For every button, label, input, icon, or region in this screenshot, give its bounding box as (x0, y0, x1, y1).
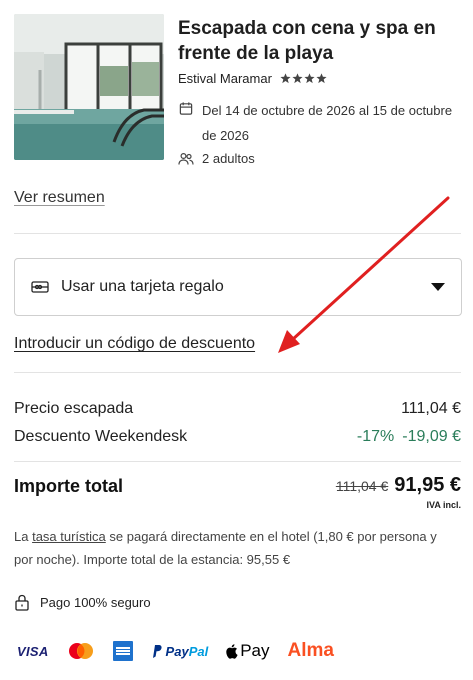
payment-methods: VISA Pay Pal Pay Alma (17, 640, 352, 662)
secure-payment-text: Pago 100% seguro (40, 595, 151, 610)
star-icon (292, 73, 303, 84)
stay-dates-text: Del 14 de octubre de 2026 al 15 de octub… (202, 103, 453, 143)
gift-card-label: Usar una tarjeta regalo (61, 278, 224, 295)
star-icon (316, 73, 327, 84)
hotel-photo (14, 14, 164, 160)
hotel-name: Estival Maramar (178, 71, 272, 86)
offer-title: Escapada con cena y spa en frente de la … (178, 18, 436, 64)
gift-card-dropdown[interactable]: Usar una tarjeta regalo (14, 258, 462, 316)
total-price: 111,04 € 91,95 € (336, 474, 461, 497)
divider (14, 461, 461, 462)
base-price-row: Precio escapada 111,04 € (14, 400, 461, 418)
discount-percent: -17% (356, 428, 395, 445)
visa-logo: VISA (17, 643, 49, 659)
discount-label: Descuento Weekendesk (14, 428, 188, 445)
star-rating (280, 73, 327, 84)
apple-icon (226, 644, 238, 659)
paypal-icon (152, 644, 162, 658)
people-icon (178, 152, 194, 165)
final-price: 91,95 € (394, 474, 461, 496)
gift-card-icon (31, 280, 49, 294)
base-price-label: Precio escapada (14, 400, 134, 417)
paypal-logo: Pay Pal (151, 644, 208, 659)
discount-row: Descuento Weekendesk -17% -19,09 € (14, 428, 461, 446)
hotel-info: Estival Maramar (178, 71, 327, 86)
tourist-tax-link[interactable]: tasa turística (32, 529, 106, 544)
alma-logo: Alma (287, 640, 334, 661)
amex-logo (112, 641, 133, 661)
mastercard-logo (67, 642, 95, 660)
secure-payment: Pago 100% seguro (14, 594, 151, 611)
lock-icon (15, 594, 29, 611)
tourist-tax-note: La tasa turística se pagará directamente… (14, 529, 437, 567)
divider (14, 233, 461, 234)
discount-value: -19,09 € (402, 428, 461, 445)
guests: 2 adultos (178, 151, 255, 166)
divider (14, 372, 461, 373)
base-price-value: 111,04 € (401, 400, 461, 417)
guests-text: 2 adultos (202, 151, 255, 166)
discount-code-link[interactable]: Introducir un código de descuento (14, 335, 255, 353)
apple-pay-logo: Pay (226, 641, 270, 661)
star-icon (304, 73, 315, 84)
total-label: Importe total (14, 476, 124, 496)
calendar-icon (179, 102, 193, 115)
chevron-down-icon (431, 283, 445, 291)
view-summary-link[interactable]: Ver resumen (14, 189, 105, 207)
stay-dates: Del 14 de octubre de 2026 al 15 de octub… (178, 98, 460, 148)
star-icon (280, 73, 291, 84)
vat-note: IVA incl. (426, 500, 461, 510)
original-price: 111,04 € (335, 478, 389, 494)
